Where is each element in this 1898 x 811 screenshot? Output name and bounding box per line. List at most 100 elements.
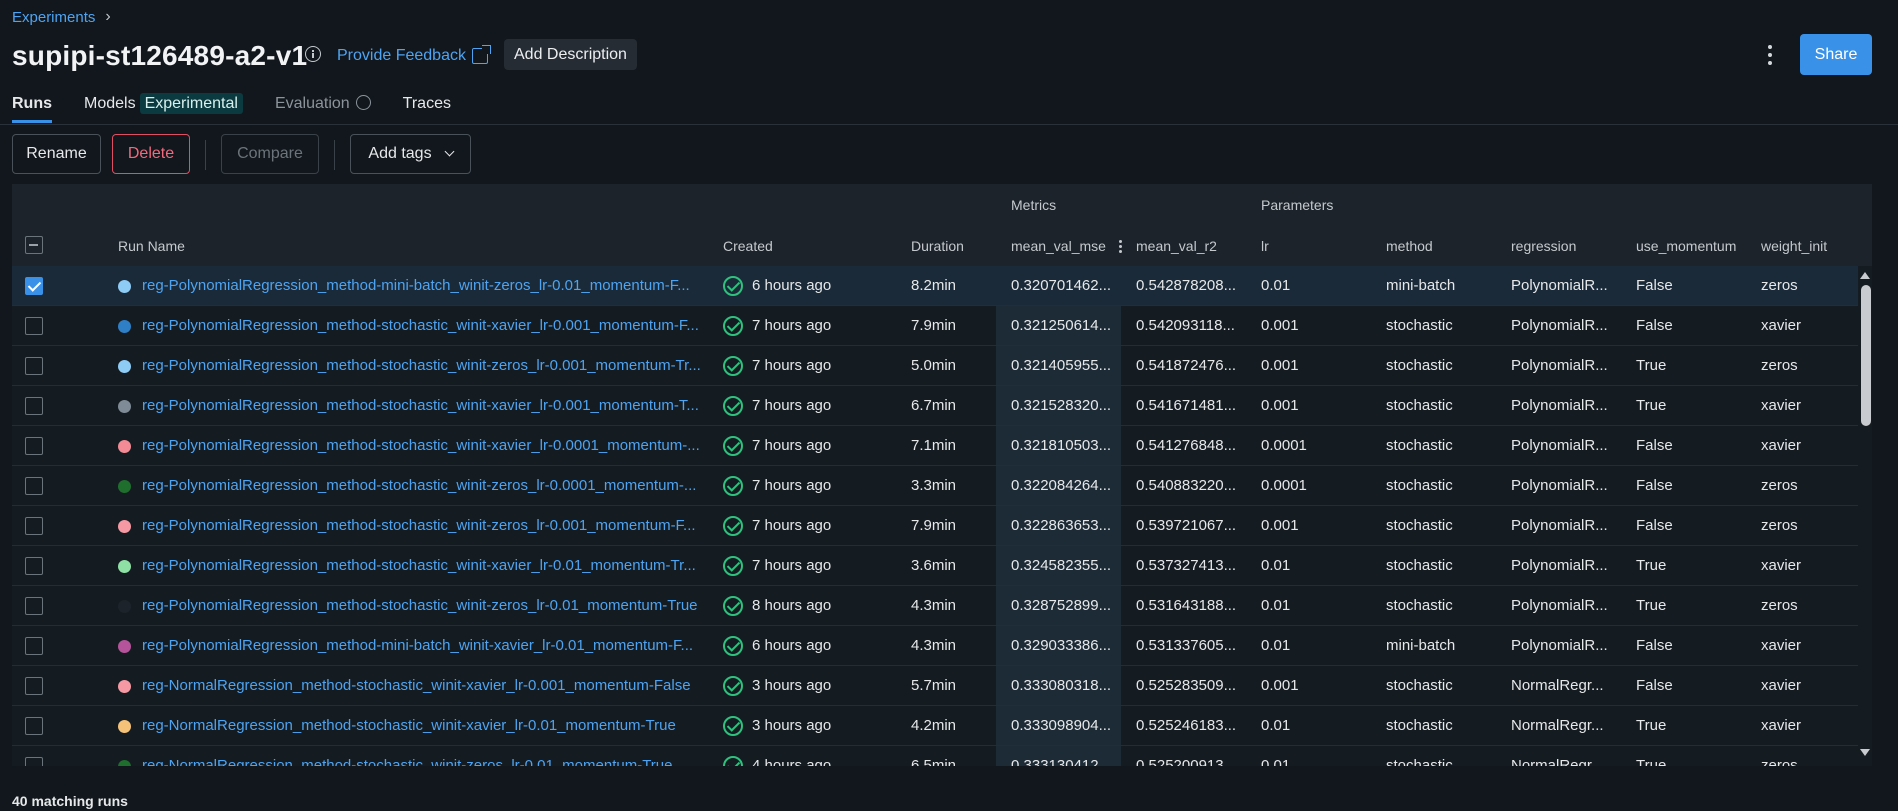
row-checkbox[interactable] xyxy=(25,637,43,655)
row-checkbox[interactable] xyxy=(25,437,43,455)
tab-models-label: Models xyxy=(84,95,136,112)
run-name-link[interactable]: reg-PolynomialRegression_method-stochast… xyxy=(142,426,712,466)
run-color-dot[interactable] xyxy=(118,680,131,693)
table-row[interactable]: reg-PolynomialRegression_method-stochast… xyxy=(12,426,1858,466)
row-checkbox[interactable] xyxy=(25,557,43,575)
regression-cell: PolynomialR... xyxy=(1511,317,1608,334)
weight-init-cell: xavier xyxy=(1761,397,1802,414)
col-method[interactable]: method xyxy=(1386,238,1433,254)
add-tags-button[interactable]: Add tags xyxy=(350,134,471,174)
scroll-up-arrow-icon[interactable] xyxy=(1860,272,1870,279)
row-checkbox[interactable] xyxy=(25,277,43,295)
run-name-link[interactable]: reg-PolynomialRegression_method-mini-bat… xyxy=(142,266,712,306)
table-row[interactable]: reg-PolynomialRegression_method-stochast… xyxy=(12,546,1858,586)
regression-cell: NormalRegr... xyxy=(1511,717,1604,734)
mse-cell: 0.333080318... xyxy=(1011,677,1112,694)
table-row[interactable]: reg-PolynomialRegression_method-mini-bat… xyxy=(12,626,1858,666)
more-options-icon[interactable] xyxy=(1762,44,1778,66)
table-row[interactable]: reg-PolynomialRegression_method-stochast… xyxy=(12,386,1858,426)
r2-cell: 0.540883220... xyxy=(1136,477,1237,494)
run-color-dot[interactable] xyxy=(118,360,131,373)
table-row[interactable]: reg-PolynomialRegression_method-mini-bat… xyxy=(12,266,1858,306)
table-row[interactable]: reg-NormalRegression_method-stochastic_w… xyxy=(12,746,1858,767)
col-duration[interactable]: Duration xyxy=(911,238,964,254)
col-created[interactable]: Created xyxy=(723,238,773,254)
run-color-dot[interactable] xyxy=(118,560,131,573)
col-mean-val-r2[interactable]: mean_val_r2 xyxy=(1136,238,1217,254)
duration-cell: 6.5min xyxy=(911,757,957,767)
table-row[interactable]: reg-PolynomialRegression_method-stochast… xyxy=(12,586,1858,626)
run-name-link[interactable]: reg-NormalRegression_method-stochastic_w… xyxy=(142,706,712,746)
col-regression[interactable]: regression xyxy=(1511,238,1576,254)
run-name-link[interactable]: reg-PolynomialRegression_method-stochast… xyxy=(142,466,712,506)
created-cell: 8 hours ago xyxy=(752,597,832,614)
table-row[interactable]: reg-PolynomialRegression_method-stochast… xyxy=(12,466,1858,506)
info-icon[interactable] xyxy=(305,46,321,62)
run-color-dot[interactable] xyxy=(118,320,131,333)
select-all-checkbox[interactable] xyxy=(25,236,43,254)
vertical-scroll-thumb[interactable] xyxy=(1861,285,1871,426)
column-menu-icon[interactable] xyxy=(1119,240,1122,254)
row-checkbox[interactable] xyxy=(25,397,43,415)
col-mean-val-mse[interactable]: mean_val_mse xyxy=(1011,238,1106,254)
share-button[interactable]: Share xyxy=(1800,34,1872,75)
table-row[interactable]: reg-NormalRegression_method-stochastic_w… xyxy=(12,706,1858,746)
table-row[interactable]: reg-PolynomialRegression_method-stochast… xyxy=(12,506,1858,546)
momentum-cell: False xyxy=(1636,277,1673,294)
horizontal-scrollbar-right[interactable] xyxy=(900,766,1872,767)
run-color-dot[interactable] xyxy=(118,480,131,493)
lr-cell: 0.01 xyxy=(1261,557,1291,574)
run-color-dot[interactable] xyxy=(118,720,131,733)
table-row[interactable]: reg-PolynomialRegression_method-stochast… xyxy=(12,346,1858,386)
lr-cell: 0.001 xyxy=(1261,357,1299,374)
run-name-link[interactable]: reg-PolynomialRegression_method-stochast… xyxy=(142,306,712,346)
table-header: Metrics Parameters Run Name Created Dura… xyxy=(12,184,1872,266)
run-color-dot[interactable] xyxy=(118,600,131,613)
run-name-link[interactable]: reg-NormalRegression_method-stochastic_w… xyxy=(142,666,712,706)
table-row[interactable]: reg-PolynomialRegression_method-stochast… xyxy=(12,306,1858,346)
run-color-dot[interactable] xyxy=(118,640,131,653)
method-cell: mini-batch xyxy=(1386,277,1456,294)
status-success-icon xyxy=(723,676,743,696)
scroll-down-arrow-icon[interactable] xyxy=(1860,749,1870,756)
tab-models[interactable]: Models Experimental xyxy=(84,93,243,123)
lr-cell: 0.001 xyxy=(1261,397,1299,414)
run-name-link[interactable]: reg-PolynomialRegression_method-stochast… xyxy=(142,506,712,546)
run-name-link[interactable]: reg-NormalRegression_method-stochastic_w… xyxy=(142,746,712,767)
method-cell: stochastic xyxy=(1386,557,1453,574)
table-row[interactable]: reg-NormalRegression_method-stochastic_w… xyxy=(12,666,1858,706)
run-name-link[interactable]: reg-PolynomialRegression_method-stochast… xyxy=(142,546,712,586)
run-name-link[interactable]: reg-PolynomialRegression_method-stochast… xyxy=(142,586,712,626)
run-color-dot[interactable] xyxy=(118,440,131,453)
run-name-link[interactable]: reg-PolynomialRegression_method-mini-bat… xyxy=(142,626,712,666)
col-run-name[interactable]: Run Name xyxy=(118,238,185,254)
provide-feedback-link[interactable]: Provide Feedback xyxy=(337,45,491,65)
row-checkbox[interactable] xyxy=(25,717,43,735)
run-color-dot[interactable] xyxy=(118,520,131,533)
row-checkbox[interactable] xyxy=(25,477,43,495)
add-description-button[interactable]: Add Description xyxy=(504,39,637,70)
rename-button[interactable]: Rename xyxy=(12,134,101,174)
horizontal-scrollbar-left[interactable] xyxy=(12,766,900,767)
tab-runs[interactable]: Runs xyxy=(12,95,52,123)
run-name-link[interactable]: reg-PolynomialRegression_method-stochast… xyxy=(142,386,712,426)
tab-evaluation[interactable]: Evaluation xyxy=(275,95,371,123)
run-color-dot[interactable] xyxy=(118,280,131,293)
row-checkbox[interactable] xyxy=(25,317,43,335)
col-weight-init[interactable]: weight_init xyxy=(1761,238,1827,254)
row-checkbox[interactable] xyxy=(25,677,43,695)
col-use-momentum[interactable]: use_momentum xyxy=(1636,238,1736,254)
compare-button[interactable]: Compare xyxy=(221,134,319,174)
row-checkbox[interactable] xyxy=(25,357,43,375)
row-checkbox[interactable] xyxy=(25,517,43,535)
run-color-dot[interactable] xyxy=(118,400,131,413)
tab-traces[interactable]: Traces xyxy=(403,95,451,123)
run-name-link[interactable]: reg-PolynomialRegression_method-stochast… xyxy=(142,346,712,386)
method-cell: stochastic xyxy=(1386,317,1453,334)
delete-button[interactable]: Delete xyxy=(112,134,190,174)
row-checkbox[interactable] xyxy=(25,597,43,615)
breadcrumb-experiments-link[interactable]: Experiments xyxy=(12,9,95,26)
status-success-icon xyxy=(723,356,743,376)
col-lr[interactable]: lr xyxy=(1261,238,1269,254)
r2-cell: 0.539721067... xyxy=(1136,517,1237,534)
